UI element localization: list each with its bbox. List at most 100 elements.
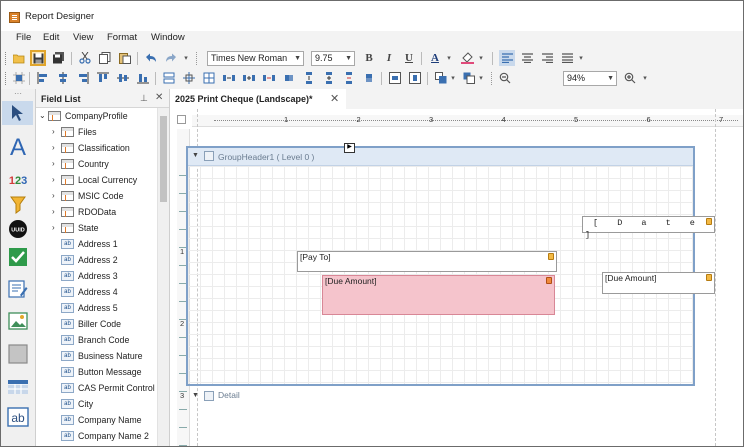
tree-node-field[interactable]: ab Branch Code: [36, 332, 157, 348]
table-tool[interactable]: [6, 375, 30, 399]
cut-icon[interactable]: [77, 50, 93, 66]
smart-tag-icon[interactable]: [706, 218, 712, 225]
tree-node-field[interactable]: ab Button Message: [36, 364, 157, 380]
tree-node-table[interactable]: › Country: [36, 156, 157, 172]
tree-node-field[interactable]: ab Address 2: [36, 252, 157, 268]
chevron-right-icon[interactable]: ›: [52, 143, 55, 152]
align-centers-icon[interactable]: [55, 70, 71, 86]
tree-node-field[interactable]: ab Address 4: [36, 284, 157, 300]
font-color-button[interactable]: A: [427, 50, 443, 66]
decrease-vertical-spacing-icon[interactable]: [341, 70, 357, 86]
center-horizontally-icon[interactable]: [387, 70, 403, 86]
date-field-control[interactable]: [ D a t e ]: [582, 216, 715, 240]
scrollbar-thumb[interactable]: [160, 116, 167, 202]
redo-dropdown-chevron-icon[interactable]: ▾: [181, 50, 191, 66]
vertical-spacing-icon[interactable]: [301, 70, 317, 86]
underline-button[interactable]: U: [401, 50, 417, 66]
number-tool[interactable]: 123: [6, 169, 30, 193]
tree-node-field[interactable]: ab Address 5: [36, 300, 157, 316]
align-tops-icon[interactable]: [95, 70, 111, 86]
send-to-back-icon[interactable]: [461, 70, 477, 86]
chevron-down-icon[interactable]: ⌄: [39, 111, 46, 120]
undo-icon[interactable]: [143, 50, 159, 66]
align-to-grid-icon[interactable]: [11, 70, 27, 86]
richtext-tool[interactable]: [6, 277, 30, 301]
font-name-select[interactable]: Times New Roman ▼: [207, 51, 304, 66]
menu-edit[interactable]: Edit: [43, 32, 59, 43]
align-lefts-icon[interactable]: [35, 70, 51, 86]
menu-window[interactable]: Window: [151, 32, 185, 43]
justify-icon[interactable]: [559, 50, 575, 66]
smart-tag-icon[interactable]: [706, 274, 712, 281]
horizontal-spacing-icon[interactable]: [221, 70, 237, 86]
align-rights-icon[interactable]: [75, 70, 91, 86]
tab-print-cheque[interactable]: 2025 Print Cheque (Landscape)* ✕: [170, 89, 346, 109]
chevron-down-icon[interactable]: ▾: [640, 70, 650, 86]
tree-node-table[interactable]: › RDOData: [36, 204, 157, 220]
collapse-band-icon[interactable]: ▼: [192, 392, 199, 399]
textbox-tool[interactable]: ab: [6, 405, 30, 429]
tree-node-field[interactable]: ab CAS Permit Control N: [36, 380, 157, 396]
align-bottoms-icon[interactable]: [135, 70, 151, 86]
label-tool[interactable]: A: [6, 134, 30, 161]
tree-node-field[interactable]: ab Biller Code: [36, 316, 157, 332]
save-button[interactable]: [30, 50, 46, 66]
tree-node-field[interactable]: ab Business Nature: [36, 348, 157, 364]
tree-node-table[interactable]: › Local Currency: [36, 172, 157, 188]
align-right-icon[interactable]: [539, 50, 555, 66]
same-size-icon[interactable]: [181, 70, 197, 86]
group-header-band[interactable]: ▼ GroupHeader1 ( Level 0 ): [188, 148, 693, 166]
redo-icon[interactable]: [163, 50, 179, 66]
chevron-down-icon[interactable]: ▾: [476, 50, 486, 66]
tree-node-table[interactable]: › State: [36, 220, 157, 236]
tree-node-table[interactable]: › MSIC Code: [36, 188, 157, 204]
tree-node-field[interactable]: ab Address 3: [36, 268, 157, 284]
toolbar-grip[interactable]: [5, 52, 8, 65]
pointer-tool[interactable]: [2, 101, 33, 125]
checkbox-tool[interactable]: [6, 245, 30, 269]
collapse-band-icon[interactable]: ▼: [192, 152, 199, 159]
chevron-right-icon[interactable]: ›: [52, 207, 55, 216]
align-left-icon[interactable]: [499, 50, 515, 66]
detail-band[interactable]: ▼ Detail: [188, 388, 693, 402]
tree-node-table[interactable]: › Files: [36, 124, 157, 140]
background-color-icon[interactable]: [459, 50, 475, 66]
menu-file[interactable]: File: [16, 32, 31, 43]
band-smart-tag-icon[interactable]: ▶: [344, 143, 355, 153]
align-center-icon[interactable]: [519, 50, 535, 66]
save-all-icon[interactable]: [51, 50, 67, 66]
smart-tag-icon[interactable]: [548, 253, 554, 260]
chevron-right-icon[interactable]: ›: [52, 159, 55, 168]
chevron-right-icon[interactable]: ›: [52, 175, 55, 184]
font-size-select[interactable]: 9.75 ▼: [311, 51, 355, 66]
field-list-scrollbar[interactable]: [157, 108, 169, 446]
smart-tag-icon[interactable]: [546, 277, 552, 284]
filter-tool[interactable]: [6, 193, 30, 217]
remove-vertical-spacing-icon[interactable]: [361, 70, 377, 86]
align-middles-icon[interactable]: [115, 70, 131, 86]
chevron-down-icon[interactable]: ▾: [448, 70, 458, 86]
tree-node-table[interactable]: ⌄ CompanyProfile: [36, 108, 157, 124]
chevron-right-icon[interactable]: ›: [52, 191, 55, 200]
chevron-right-icon[interactable]: ›: [52, 223, 55, 232]
toolbar-grip[interactable]: [5, 72, 8, 85]
same-width-icon[interactable]: [161, 70, 177, 86]
chevron-down-icon[interactable]: ▾: [476, 70, 486, 86]
menu-format[interactable]: Format: [107, 32, 137, 43]
due-amount-field-control[interactable]: [Due Amount]: [602, 272, 715, 294]
tree-node-field[interactable]: ab Company Name: [36, 412, 157, 428]
decrease-spacing-icon[interactable]: [261, 70, 277, 86]
menu-view[interactable]: View: [73, 32, 93, 43]
open-folder-icon[interactable]: [11, 50, 27, 66]
bring-to-front-icon[interactable]: [433, 70, 449, 86]
increase-spacing-icon[interactable]: [241, 70, 257, 86]
tree-node-field[interactable]: ab Company Name 2: [36, 428, 157, 444]
ruler-corner-icon[interactable]: [177, 115, 186, 124]
paste-icon[interactable]: [117, 50, 133, 66]
zoom-in-icon[interactable]: [622, 70, 638, 86]
zoom-out-icon[interactable]: [497, 70, 513, 86]
bold-button[interactable]: B: [361, 50, 377, 66]
close-icon[interactable]: ✕: [155, 92, 163, 103]
zoom-select[interactable]: 94% ▼: [563, 71, 617, 86]
close-tab-icon[interactable]: ✕: [330, 92, 339, 105]
